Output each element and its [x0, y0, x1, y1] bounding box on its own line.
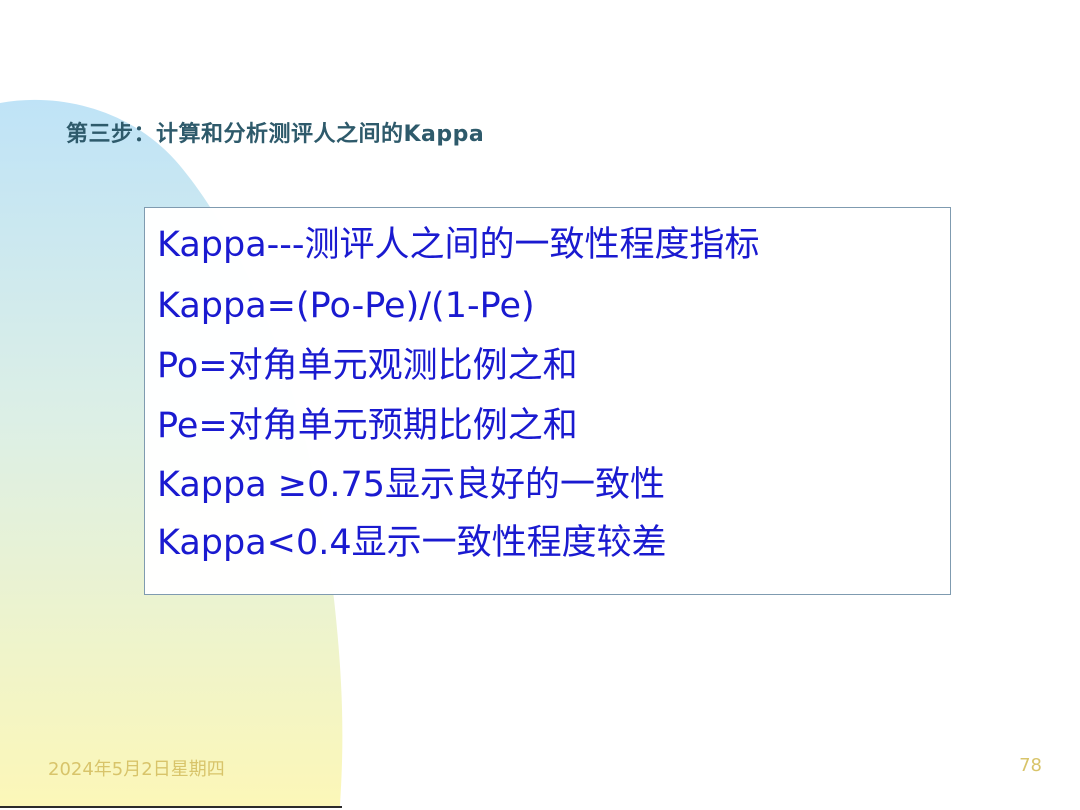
content-box: Kappa---测评人之间的一致性程度指标 Kappa=(Po-Pe)/(1-P…	[144, 207, 951, 595]
po-definition-line: Po=对角单元观测比例之和	[157, 346, 578, 386]
pe-definition-line: Pe=对角单元预期比例之和	[157, 406, 578, 446]
kappa-poor-line: Kappa<0.4显示一致性程度较差	[157, 523, 667, 563]
slide: 第三步：计算和分析测评人之间的Kappa Kappa---测评人之间的一致性程度…	[0, 0, 1080, 810]
kappa-good-line: Kappa ≥0.75显示良好的一致性	[157, 465, 666, 505]
kappa-formula-line: Kappa=(Po-Pe)/(1-Pe)	[157, 286, 535, 326]
bottom-divider	[0, 806, 342, 808]
page-number: 78	[1019, 755, 1042, 776]
footer-date: 2024年5月2日星期四	[48, 759, 225, 780]
slide-title: 第三步：计算和分析测评人之间的Kappa	[66, 122, 485, 147]
kappa-definition-line: Kappa---测评人之间的一致性程度指标	[157, 225, 760, 265]
